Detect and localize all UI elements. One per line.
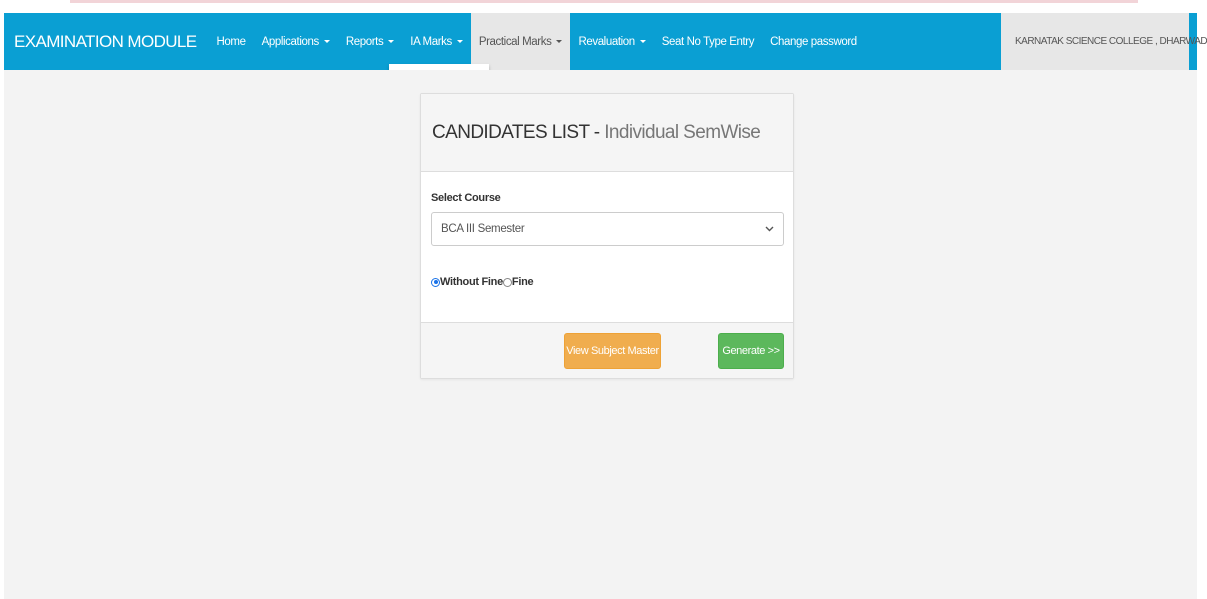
nav-reports-label: Reports (345, 35, 384, 48)
nav-change-password[interactable]: Change password (762, 13, 865, 70)
user-menu[interactable]: KARNATAK SCIENCE COLLEGE , DHARWAD. (1001, 13, 1207, 70)
nav-practical-marks[interactable]: Practical Marks (470, 13, 571, 70)
panel-heading: CANDIDATES LIST - Individual SemWise (421, 94, 793, 172)
caret-down-icon (456, 40, 463, 43)
select-course-label: Select Course (431, 192, 501, 204)
title-sub: Individual SemWise (604, 121, 761, 143)
nav-applications[interactable]: Applications (254, 13, 338, 70)
nav-ia-marks-label: IA Marks (410, 35, 452, 48)
nav-change-password-label: Change password (770, 35, 857, 48)
page-title: CANDIDATES LIST - Individual SemWise (432, 121, 761, 144)
course-select-value: BCA III Semester (441, 223, 525, 235)
generate-button[interactable]: Generate >> (718, 333, 784, 369)
panel-body: Select Course BCA III Semester Without F… (421, 172, 793, 322)
chevron-down-icon (765, 226, 774, 232)
nav-applications-label: Applications (261, 35, 320, 48)
top-accent-line (70, 0, 1138, 3)
user-college-name: KARNATAK SCIENCE COLLEGE , DHARWAD. (1015, 36, 1207, 47)
nav-home[interactable]: Home (209, 13, 254, 70)
nav-ia-marks[interactable]: IA Marks (402, 13, 471, 70)
radio-fine[interactable] (502, 277, 512, 287)
main-content: CANDIDATES LIST - Individual SemWise Sel… (4, 70, 1197, 599)
radio-without-fine-label: Without Fine (440, 276, 503, 288)
fine-radio-group: Without Fine Fine (431, 276, 534, 288)
nav-reports[interactable]: Reports (338, 13, 402, 70)
course-select[interactable]: BCA III Semester (431, 212, 784, 246)
nav-home-label: Home (216, 35, 246, 48)
top-navbar: EXAMINATION MODULE Home Applications Rep… (4, 13, 1207, 70)
nav-revaluation[interactable]: Revaluation (570, 13, 653, 70)
candidates-list-panel: CANDIDATES LIST - Individual SemWise Sel… (420, 93, 794, 379)
brand-title[interactable]: EXAMINATION MODULE (14, 32, 197, 52)
nav-seat-no-label: Seat No Type Entry (661, 35, 755, 48)
caret-down-icon (388, 40, 395, 43)
nav-revaluation-label: Revaluation (578, 35, 635, 48)
caret-down-icon (556, 40, 563, 43)
caret-down-icon (323, 40, 330, 43)
view-subject-master-button[interactable]: View Subject Master (564, 333, 661, 369)
radio-without-fine[interactable] (431, 277, 440, 287)
title-main: CANDIDATES LIST - (432, 121, 600, 143)
nav-seat-no-type-entry[interactable]: Seat No Type Entry (654, 13, 762, 70)
panel-footer: View Subject Master Generate >> (421, 322, 793, 378)
nav-practical-marks-label: Practical Marks (478, 35, 552, 48)
caret-down-icon (639, 40, 646, 43)
radio-fine-label: Fine (511, 276, 534, 288)
